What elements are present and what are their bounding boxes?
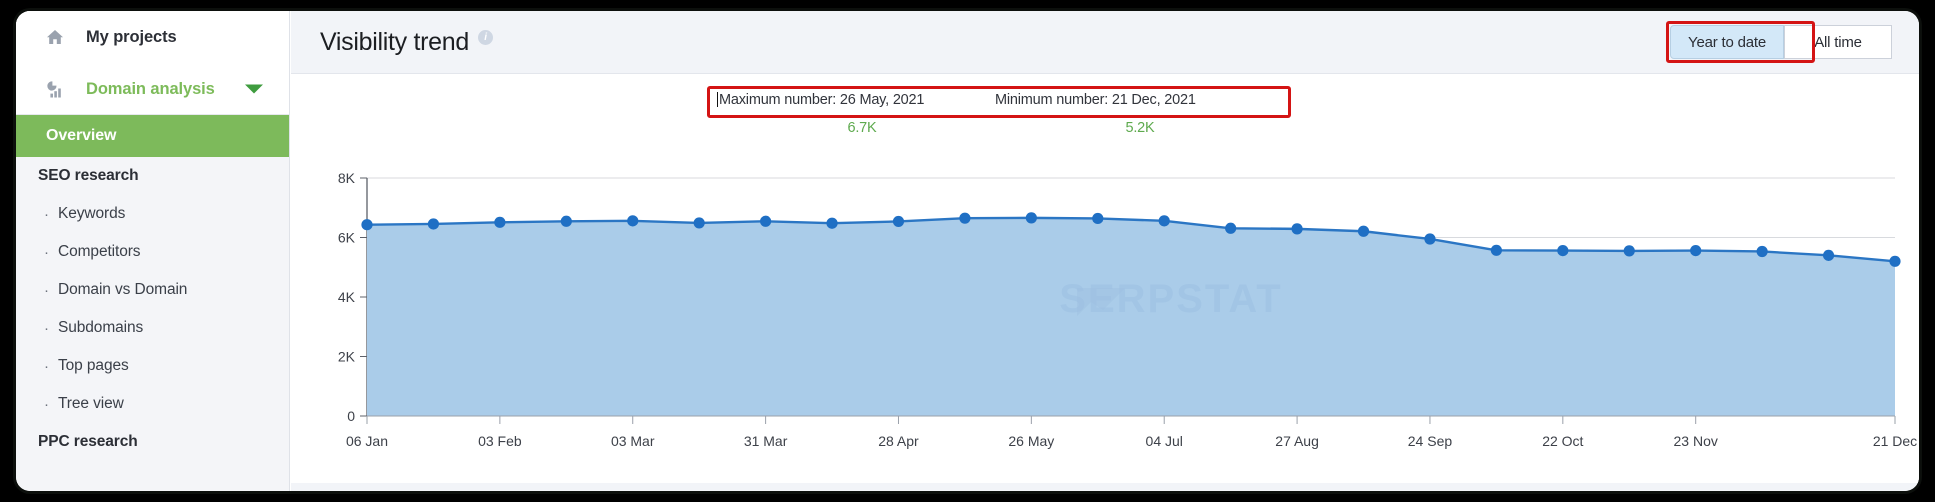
main-panel: Visibility trend i Year to date All time …	[291, 11, 1919, 491]
y-axis-tick-label: 8K	[338, 170, 356, 186]
sidebar-group-seo-research-label: SEO research	[38, 167, 139, 184]
maximum-label-text: Maximum number: 26 May, 2021	[719, 92, 925, 108]
x-axis-tick-label: 03 Mar	[611, 433, 655, 449]
data-point[interactable]	[1158, 215, 1170, 227]
x-axis-tick-label: 21 Dec	[1873, 433, 1917, 449]
range-button-year-to-date[interactable]: Year to date	[1670, 25, 1784, 59]
minimum-label: Minimum number: 21 Dec, 2021	[995, 92, 1196, 108]
data-point[interactable]	[1225, 222, 1237, 234]
chevron-down-icon[interactable]	[245, 84, 263, 94]
visibility-trend-chart[interactable]: 0 2K 4K 6K 8K SERPSTAT 06 Jan 03 Feb 03 Mar 31 Ma…	[291, 170, 1919, 483]
bullet-icon: ·	[44, 319, 49, 337]
maximum-value: 6.7K	[847, 120, 877, 136]
data-point[interactable]	[1424, 233, 1436, 245]
screenshot-root: My projects Domain analysis Overview SEO…	[0, 0, 1935, 502]
data-point[interactable]	[1756, 245, 1768, 258]
data-point[interactable]	[892, 215, 905, 228]
sidebar-item-competitors[interactable]: · Competitors	[16, 233, 289, 271]
range-button-all-time[interactable]: All time	[1784, 25, 1892, 59]
page-title: Visibility trend i	[320, 28, 493, 57]
sidebar-item-domain-analysis-label: Domain analysis	[86, 79, 215, 98]
data-point[interactable]	[1490, 244, 1502, 256]
data-point[interactable]	[1623, 245, 1635, 257]
sidebar-item-tree-view-label: Tree view	[58, 395, 124, 412]
text-caret	[717, 92, 718, 107]
sidebar-item-overview[interactable]: Overview	[16, 115, 289, 157]
x-axis-tick-label: 23 Nov	[1674, 433, 1718, 449]
x-axis-tick-label: 04 Jul	[1146, 433, 1183, 449]
sidebar-group-ppc-research-label: PPC research	[38, 433, 138, 450]
sidebar-item-tree-view[interactable]: · Tree view	[16, 385, 289, 423]
data-point[interactable]	[693, 217, 705, 229]
sidebar-item-subdomains-label: Subdomains	[58, 319, 144, 336]
data-point[interactable]	[959, 212, 971, 224]
app-window: My projects Domain analysis Overview SEO…	[16, 11, 1919, 491]
x-axis-tick-label: 31 Mar	[744, 433, 788, 449]
y-axis-tick-label: 2K	[338, 349, 356, 365]
minmax-summary: Maximum number: 26 May, 2021 6.7K Minimu…	[291, 86, 1919, 142]
sidebar-item-top-pages[interactable]: · Top pages	[16, 347, 289, 385]
sidebar-item-subdomains[interactable]: · Subdomains	[16, 309, 289, 347]
maximum-summary: Maximum number: 26 May, 2021	[717, 92, 1007, 108]
sidebar-item-domain-vs-domain-label: Domain vs Domain	[58, 281, 188, 298]
x-axis-tick-label: 28 Apr	[878, 433, 919, 449]
home-icon	[44, 26, 66, 48]
data-point[interactable]	[1291, 223, 1303, 235]
analytics-icon	[44, 78, 66, 100]
bullet-icon: ·	[44, 243, 49, 261]
x-axis-tick-label: 22 Oct	[1542, 433, 1583, 449]
x-axis-tick-label: 24 Sep	[1408, 433, 1453, 449]
sidebar-item-keywords-label: Keywords	[58, 205, 126, 222]
bullet-icon: ·	[44, 281, 49, 299]
page-title-text: Visibility trend	[320, 27, 469, 56]
data-point[interactable]	[1690, 244, 1702, 257]
minimum-summary: Minimum number: 21 Dec, 2021	[995, 92, 1285, 108]
x-axis-tick-label: 03 Feb	[478, 433, 522, 449]
sidebar: My projects Domain analysis Overview SEO…	[16, 11, 290, 491]
data-point[interactable]	[361, 219, 373, 231]
sidebar-item-domain-vs-domain[interactable]: · Domain vs Domain	[16, 271, 289, 309]
bullet-icon: ·	[44, 357, 49, 375]
data-point[interactable]	[1557, 244, 1569, 257]
y-axis-tick-label: 4K	[338, 289, 356, 305]
info-icon[interactable]: i	[477, 30, 493, 46]
sidebar-item-overview-label: Overview	[46, 127, 117, 144]
minimum-value-wrap: 5.2K	[995, 120, 1285, 136]
bullet-icon: ·	[44, 205, 49, 223]
data-point[interactable]	[1357, 225, 1370, 237]
maximum-value-wrap: 6.7K	[717, 120, 1007, 136]
sidebar-group-seo-research: SEO research	[16, 157, 289, 195]
sidebar-item-my-projects-label: My projects	[86, 27, 177, 46]
panel-header: Visibility trend i Year to date All time	[291, 11, 1919, 73]
x-axis-tick-label: 26 May	[1008, 433, 1054, 449]
data-point[interactable]	[826, 217, 838, 229]
data-point[interactable]	[760, 215, 772, 227]
visibility-trend-card: Maximum number: 26 May, 2021 6.7K Minimu…	[291, 73, 1919, 483]
chart-svg: 02K4K6K8KSERPSTAT06 Jan 03 Feb 03 Mar 31 Ma…	[338, 170, 1917, 449]
sidebar-item-keywords[interactable]: · Keywords	[16, 195, 289, 233]
sidebar-item-competitors-label: Competitors	[58, 243, 141, 260]
data-point[interactable]	[560, 215, 572, 227]
x-axis-tick-label: 27 Aug	[1275, 433, 1319, 449]
y-axis-tick-label: 0	[347, 408, 355, 424]
date-range-toggle: Year to date All time	[1666, 21, 1892, 63]
data-point[interactable]	[1025, 212, 1037, 224]
data-point[interactable]	[1889, 255, 1901, 267]
sidebar-item-my-projects[interactable]: My projects	[16, 11, 289, 63]
bullet-icon: ·	[44, 395, 49, 413]
data-point[interactable]	[1092, 212, 1104, 225]
maximum-label: Maximum number: 26 May, 2021	[717, 92, 1007, 108]
data-point[interactable]	[1822, 249, 1835, 261]
sidebar-item-domain-analysis[interactable]: Domain analysis	[16, 63, 289, 115]
minimum-value: 5.2K	[1125, 120, 1155, 136]
x-axis-tick-label: 06 Jan	[346, 433, 388, 449]
data-point[interactable]	[627, 215, 639, 227]
data-point[interactable]	[427, 218, 440, 230]
sidebar-group-ppc-research: PPC research	[16, 423, 289, 461]
sidebar-top-section: My projects Domain analysis	[16, 11, 289, 115]
y-axis-tick-label: 6K	[338, 230, 356, 246]
sidebar-item-top-pages-label: Top pages	[58, 357, 129, 374]
data-point[interactable]	[494, 216, 506, 228]
